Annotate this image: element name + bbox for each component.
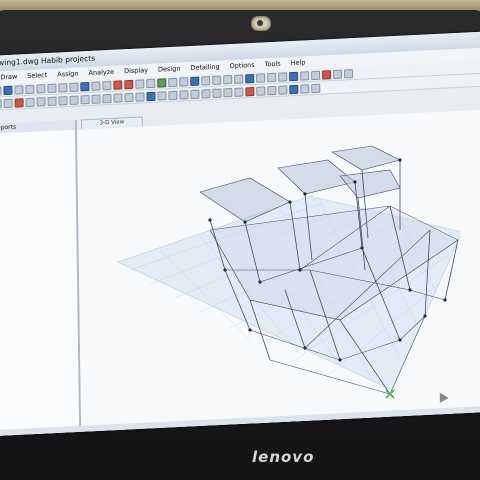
structural-model-3d[interactable] [100, 120, 460, 410]
reactions-icon[interactable] [179, 89, 189, 100]
undo-icon[interactable] [256, 85, 266, 96]
frame-properties-icon[interactable] [58, 95, 68, 106]
draw-polygon-icon[interactable] [102, 93, 112, 103]
draw-wall-icon[interactable] [300, 70, 310, 81]
pan-icon[interactable] [58, 82, 68, 93]
run-analysis-icon[interactable] [146, 91, 156, 101]
draw-brace-icon[interactable] [256, 72, 266, 83]
divide-icon[interactable] [36, 96, 46, 107]
draw-opening-icon[interactable] [311, 70, 321, 80]
draw-point-icon[interactable] [80, 94, 90, 104]
up-icon[interactable] [113, 79, 123, 90]
perspective-icon[interactable] [168, 77, 178, 87]
point-select-icon[interactable] [201, 75, 211, 86]
align-icon[interactable] [289, 84, 299, 94]
dimension-icon[interactable] [124, 92, 134, 102]
plan-view-icon[interactable] [91, 80, 101, 91]
lock-model-icon[interactable] [223, 87, 233, 97]
down-icon[interactable] [124, 79, 134, 89]
support-icon [385, 389, 395, 399]
deformed-shape-icon[interactable] [157, 90, 167, 101]
design-check-icon[interactable] [190, 89, 200, 99]
snap-icon[interactable] [234, 73, 244, 84]
draw-column-icon[interactable] [267, 72, 277, 82]
menu-design[interactable]: Design [158, 63, 181, 77]
replicate-icon[interactable] [25, 97, 35, 107]
zoom-window-icon[interactable] [36, 83, 46, 94]
forces-icon[interactable] [168, 90, 178, 100]
copy-icon[interactable] [14, 97, 24, 108]
join-icon[interactable] [47, 96, 57, 106]
object-shrink-icon[interactable] [212, 75, 222, 85]
window-title: wing1.dwg Habib projects [0, 53, 96, 68]
menu-select[interactable]: Select [27, 69, 47, 83]
assign-load-icon[interactable] [322, 69, 332, 80]
draw-beam-icon[interactable] [278, 71, 288, 82]
zoom-in-icon[interactable] [14, 84, 24, 95]
menu-display[interactable]: Display [124, 64, 148, 78]
menu-help[interactable]: Help [291, 56, 306, 70]
webcam-icon [251, 16, 271, 31]
draw-line-icon[interactable] [91, 93, 101, 104]
assign-restraint-icon[interactable] [343, 68, 354, 79]
menu-analyze[interactable]: Analyze [88, 66, 114, 80]
lock-icon[interactable] [0, 85, 2, 96]
draw-frame-icon[interactable] [245, 73, 255, 83]
3d-view-icon[interactable] [80, 81, 90, 91]
menu-draw[interactable]: Draw [0, 70, 17, 84]
play-icon[interactable] [3, 85, 13, 95]
elevation-view-icon[interactable] [102, 80, 112, 90]
mirror-icon[interactable] [278, 84, 288, 95]
select-all-icon[interactable] [190, 76, 200, 86]
refresh-icon[interactable] [179, 76, 189, 87]
scale-icon[interactable] [311, 83, 321, 93]
laptop-brand-logo: lenovo [252, 448, 315, 466]
zoom-prev-icon[interactable] [47, 83, 57, 93]
display-options-icon[interactable] [135, 78, 145, 89]
reshape-icon[interactable] [3, 98, 13, 108]
menu-assign[interactable]: Assign [57, 67, 78, 81]
assign-section-icon[interactable] [333, 69, 343, 79]
shell-properties-icon[interactable] [69, 95, 79, 105]
panel-header-tab[interactable]: eports [0, 119, 75, 135]
delete-icon[interactable] [245, 86, 255, 96]
unlock-model-icon[interactable] [234, 86, 244, 97]
report-icon[interactable] [201, 88, 211, 99]
menu-options[interactable]: Options [230, 59, 255, 73]
extrude-icon[interactable] [223, 74, 233, 84]
menu-tools[interactable]: Tools [265, 58, 281, 72]
table-icon[interactable] [212, 88, 222, 98]
show-grid-icon[interactable] [157, 77, 167, 88]
text-icon[interactable] [135, 91, 145, 102]
measure-icon[interactable] [113, 92, 123, 103]
rotate-icon[interactable] [69, 82, 79, 92]
pointer-icon[interactable] [0, 98, 2, 109]
zoom-out-icon[interactable] [25, 84, 35, 94]
model-explorer-panel: eports e [0, 119, 82, 437]
redo-icon[interactable] [267, 85, 277, 95]
shrink-icon[interactable] [146, 78, 156, 88]
move-icon[interactable] [300, 83, 310, 94]
draw-slab-icon[interactable] [289, 71, 299, 81]
